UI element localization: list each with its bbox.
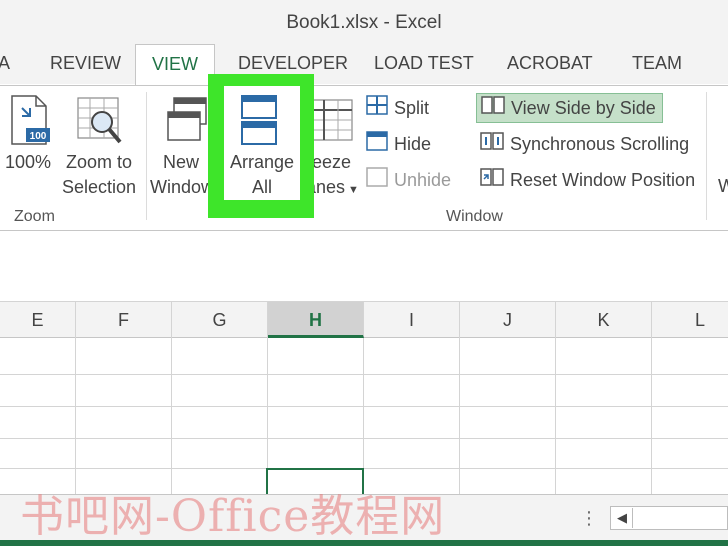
new-window-button[interactable]: New Window xyxy=(150,150,212,200)
grid-line xyxy=(75,338,76,494)
tab-partial[interactable]: A xyxy=(0,53,10,74)
column-header-g[interactable]: G xyxy=(172,302,268,338)
watermark: 书吧网-Office教程网 xyxy=(20,491,446,542)
group-separator xyxy=(146,92,147,220)
window-title: Book1.xlsx - Excel xyxy=(286,12,442,33)
chevron-down-icon: ▼ xyxy=(348,184,359,196)
new-window-icon xyxy=(166,96,210,146)
window-group-label: Window xyxy=(446,208,503,225)
sheet-options-icon[interactable]: ⋮ xyxy=(580,508,598,529)
grid-line xyxy=(459,338,460,494)
column-header-h[interactable]: H xyxy=(268,302,364,338)
arrange-all-label-2: All xyxy=(251,177,272,197)
unhide-button[interactable]: Unhide xyxy=(366,166,451,194)
reset-window-position-button[interactable]: Reset Window Position xyxy=(480,166,695,194)
view-side-by-side-icon xyxy=(481,95,505,123)
freeze-panes-button[interactable]: reeze anes ▼ xyxy=(306,150,362,203)
tab-team[interactable]: TEAM xyxy=(632,53,682,74)
hide-label: Hide xyxy=(394,134,432,154)
zoom-to-selection-label-1: Zoom to xyxy=(65,152,133,172)
column-header-e[interactable]: E xyxy=(0,302,76,338)
tab-acrobat[interactable]: ACROBAT xyxy=(507,53,593,74)
zoom-to-selection-label-2: Selection xyxy=(61,177,137,197)
reset-window-position-label: Reset Window Position xyxy=(510,170,696,190)
partial-ribbon-item: W xyxy=(718,176,728,196)
zoom-group-label: Zoom xyxy=(14,208,55,225)
column-header-f[interactable]: F xyxy=(76,302,172,338)
column-header-i[interactable]: I xyxy=(364,302,460,338)
scroll-left-icon[interactable]: ◀ xyxy=(612,508,633,528)
view-side-by-side-button[interactable]: View Side by Side xyxy=(476,93,663,123)
synchronous-scrolling-label: Synchronous Scrolling xyxy=(510,134,690,154)
grid-line xyxy=(555,338,556,494)
new-window-label-1: New xyxy=(162,152,199,172)
tab-load-test[interactable]: LOAD TEST xyxy=(374,53,474,74)
unhide-label: Unhide xyxy=(394,170,452,190)
tab-developer[interactable]: DEVELOPER xyxy=(238,53,348,74)
tab-review[interactable]: REVIEW xyxy=(50,53,121,74)
zoom-to-selection-button[interactable]: Zoom to Selection xyxy=(60,150,138,200)
zoom-100-icon: 100 xyxy=(8,94,52,150)
column-header-k[interactable]: K xyxy=(556,302,652,338)
column-header-l[interactable]: L xyxy=(652,302,728,338)
synchronous-scrolling-icon xyxy=(480,131,504,159)
formula-bar-area xyxy=(0,232,728,302)
freeze-panes-label-1: reeze xyxy=(306,152,352,172)
reset-window-position-icon xyxy=(480,167,504,195)
hide-icon xyxy=(366,131,388,159)
split-icon xyxy=(366,95,388,123)
zoom-to-selection-icon xyxy=(76,96,124,148)
hide-button[interactable]: Hide xyxy=(366,130,431,158)
grid-line xyxy=(0,374,728,375)
tab-view[interactable]: VIEW xyxy=(135,44,215,86)
split-button[interactable]: Split xyxy=(366,94,429,122)
status-bar xyxy=(0,540,728,546)
worksheet-grid[interactable] xyxy=(0,338,728,494)
arrange-all-label: Arrange All xyxy=(224,150,300,200)
zoom-100-button[interactable]: 100% xyxy=(4,150,52,175)
view-side-by-side-label: View Side by Side xyxy=(511,98,656,118)
grid-line xyxy=(651,338,652,494)
group-separator xyxy=(706,92,707,220)
tab-view-label: VIEW xyxy=(151,54,198,74)
new-window-label-2: Window xyxy=(150,177,212,197)
grid-line xyxy=(0,438,728,439)
unhide-icon xyxy=(366,167,388,195)
freeze-panes-icon xyxy=(310,98,354,144)
grid-line xyxy=(0,406,728,407)
grid-line xyxy=(0,468,728,469)
grid-line xyxy=(171,338,172,494)
arrange-all-label-1: Arrange xyxy=(229,152,295,172)
column-header-j[interactable]: J xyxy=(460,302,556,338)
zoom-100-label: 100% xyxy=(4,152,52,172)
split-label: Split xyxy=(394,98,430,118)
arrange-all-icon xyxy=(240,94,280,146)
svg-text:100: 100 xyxy=(30,131,47,142)
synchronous-scrolling-button[interactable]: Synchronous Scrolling xyxy=(480,130,689,158)
